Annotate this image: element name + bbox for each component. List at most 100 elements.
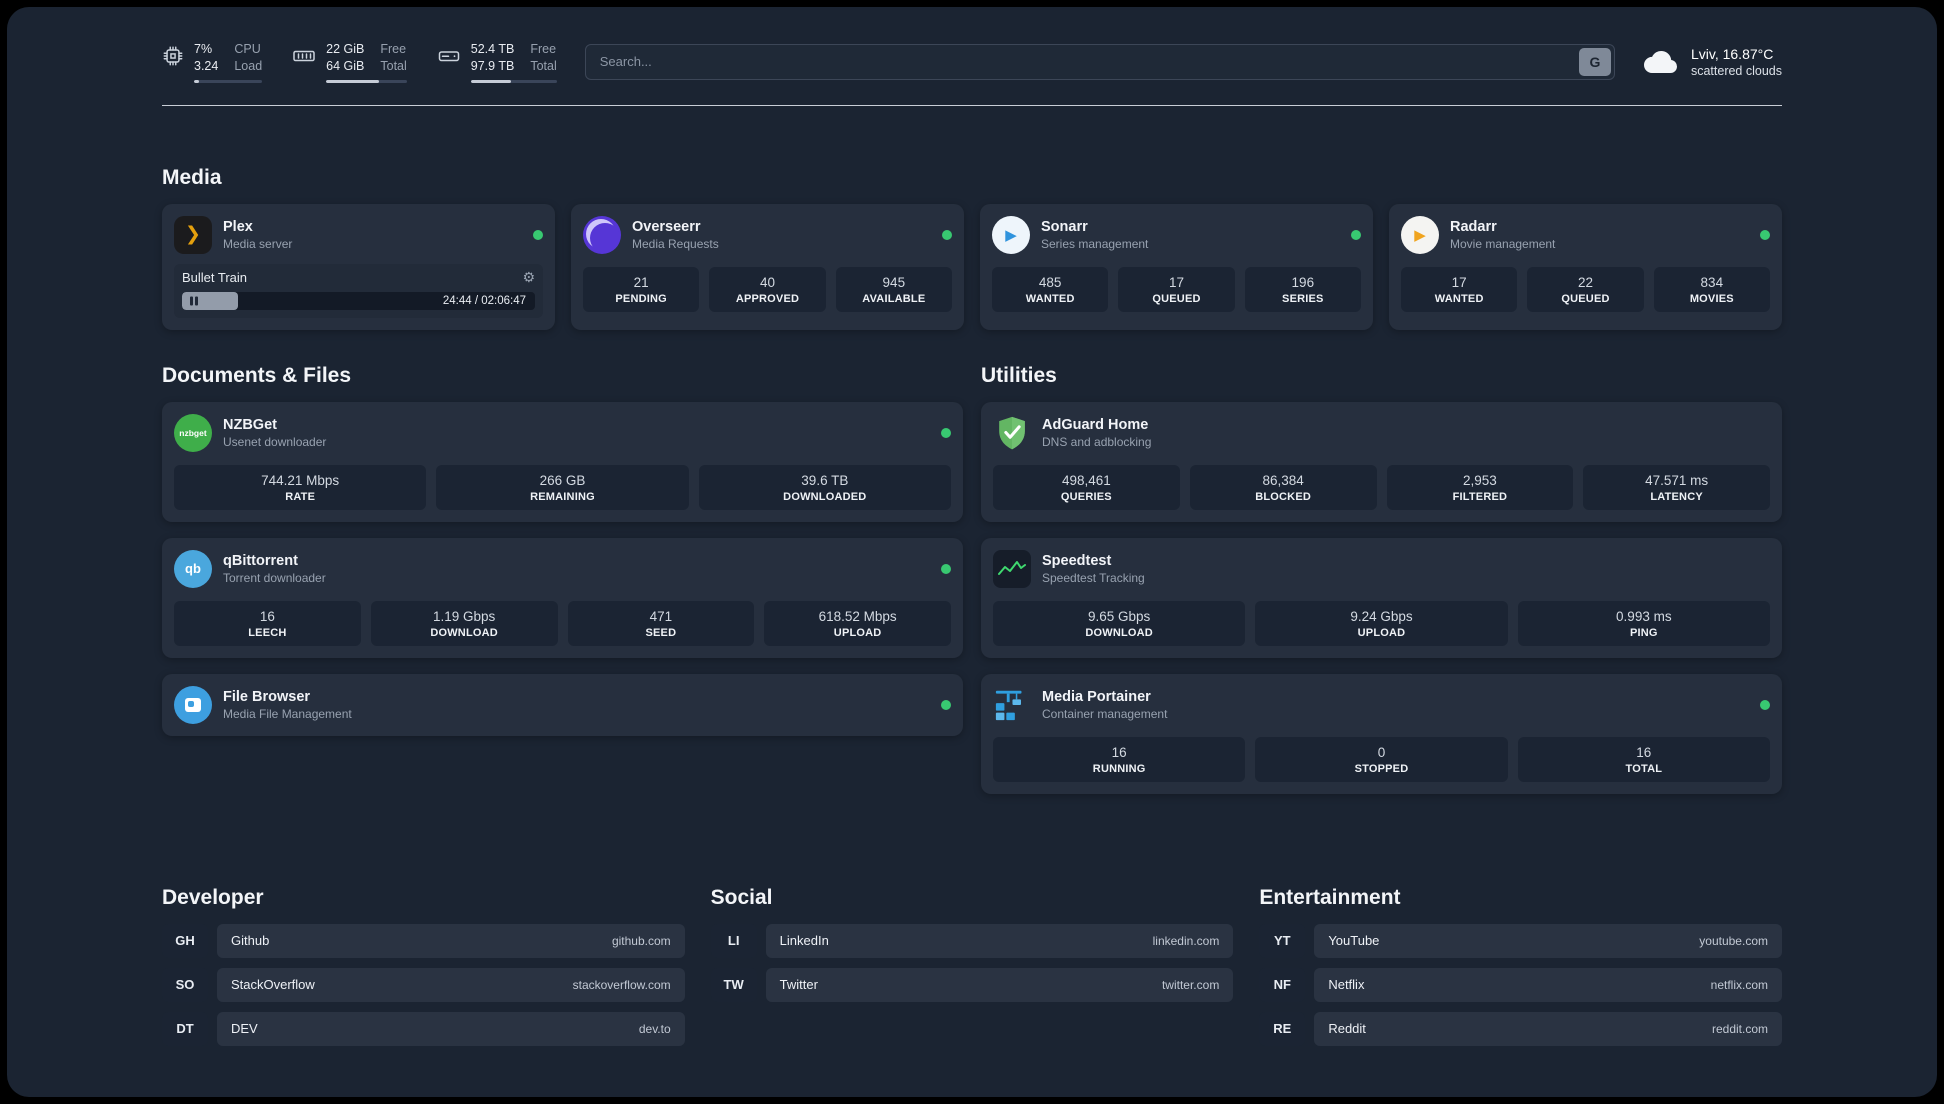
stat-tile: 9.65 Gbps DOWNLOAD	[993, 600, 1246, 646]
stat-label: STOPPED	[1354, 762, 1409, 775]
bookmark-abbr[interactable]: NF	[1259, 967, 1306, 1002]
stat-label: DOWNLOAD	[430, 626, 498, 639]
portainer-card[interactable]: Media Portainer Container management 16 …	[981, 673, 1782, 794]
bookmark-link[interactable]: DEV dev.to	[217, 1011, 685, 1046]
bookmark-abbr[interactable]: SO	[162, 967, 208, 1002]
portainer-icon	[993, 686, 1031, 724]
bookmark-abbr[interactable]: TW	[710, 967, 757, 1002]
service-title: Plex	[223, 218, 253, 235]
filebrowser-card[interactable]: File Browser Media File Management	[162, 673, 963, 736]
stat-tile: 498,461 QUERIES	[993, 464, 1180, 510]
overseerr-icon	[583, 215, 621, 254]
filebrowser-icon	[174, 685, 212, 724]
radarr-card[interactable]: ▶ Radarr Movie management 17 WANTED 22 Q…	[1389, 203, 1782, 330]
stat-label: UPLOAD	[1357, 626, 1406, 639]
bookmark-abbr[interactable]: YT	[1259, 923, 1306, 958]
bookmark-link[interactable]: LinkedIn linkedin.com	[765, 923, 1234, 958]
speedtest-card[interactable]: Speedtest Speedtest Tracking 9.65 Gbps D…	[981, 537, 1782, 658]
service-subtitle: DNS and adblocking	[1042, 434, 1152, 449]
bookmark-abbr[interactable]: DT	[162, 1011, 208, 1046]
search-engine-button[interactable]: G	[1578, 47, 1611, 76]
service-subtitle: Movie management	[1450, 236, 1556, 251]
bookmark-name: LinkedIn	[779, 933, 829, 948]
stat-value: 0	[1377, 744, 1386, 760]
status-dot	[941, 699, 951, 710]
system-monitors: 7% CPU 3.24 Load 22 GiB Free 64 GiB Tota…	[162, 41, 557, 83]
ram-monitor-widget: 22 GiB Free 64 GiB Total	[292, 41, 407, 83]
overseerr-card[interactable]: Overseerr Media Requests 21 PENDING 40 A…	[571, 203, 964, 330]
stat-tile: 0.993 ms PING	[1517, 600, 1770, 646]
status-dot	[942, 229, 952, 240]
service-title: Sonarr	[1041, 218, 1088, 235]
stat-value: 9.24 Gbps	[1350, 608, 1413, 624]
stat-label: PENDING	[615, 292, 667, 305]
sonarr-icon: ▶	[992, 215, 1030, 254]
stat-label: MOVIES	[1689, 292, 1734, 305]
disk-free-label: Free	[530, 42, 557, 56]
nzbget-card[interactable]: nzbget NZBGet Usenet downloader 744.21 M…	[162, 401, 963, 522]
bookmark-abbr[interactable]: GH	[162, 923, 208, 958]
stat-label: SEED	[645, 626, 677, 639]
stat-label: TOTAL	[1625, 762, 1663, 775]
stat-tile: 618.52 Mbps UPLOAD	[764, 600, 951, 646]
stat-value: 471	[649, 608, 673, 624]
developer-section: Developer GH Github github.com SO StackO…	[162, 886, 685, 1056]
cpu-monitor-widget: 7% CPU 3.24 Load	[162, 41, 263, 83]
stat-value: 945	[882, 274, 906, 290]
ram-progress-bar	[326, 79, 407, 83]
gear-icon[interactable]: ⚙	[522, 270, 535, 284]
playback-time: 24:44 / 02:06:47	[442, 294, 526, 307]
status-dot	[941, 427, 951, 438]
qbittorrent-card[interactable]: qb qBittorrent Torrent downloader 16 LEE…	[162, 537, 963, 658]
stat-label: LEECH	[248, 626, 287, 639]
weather-widget[interactable]: Lviv, 16.87°C scattered clouds	[1643, 46, 1782, 78]
bookmark-netflix: NF Netflix netflix.com	[1259, 967, 1782, 1002]
service-title: AdGuard Home	[1042, 416, 1149, 433]
utilities-section-title: Utilities	[981, 363, 1057, 387]
bookmark-abbr[interactable]: LI	[710, 923, 757, 958]
bookmark-name: StackOverflow	[231, 977, 315, 992]
stat-label: AVAILABLE	[862, 292, 926, 305]
status-dot	[533, 229, 543, 240]
stat-value: 1.19 Gbps	[432, 608, 496, 624]
stat-value: 834	[1700, 274, 1724, 290]
sonarr-card[interactable]: ▶ Sonarr Series management 485 WANTED 17…	[980, 203, 1373, 330]
disk-total-value: 97.9 TB	[470, 59, 515, 74]
adguard-icon	[993, 414, 1031, 452]
bookmark-url: twitter.com	[1161, 977, 1220, 992]
pause-icon[interactable]	[190, 296, 198, 305]
playback-progress-bar[interactable]: 24:44 / 02:06:47	[182, 291, 535, 310]
stat-label: PING	[1629, 626, 1658, 639]
bookmark-github: GH Github github.com	[162, 923, 685, 958]
middle-columns: Documents & Files nzbget NZBGet Usenet d…	[162, 364, 1782, 810]
bookmark-link[interactable]: Netflix netflix.com	[1314, 967, 1782, 1002]
bookmark-abbr[interactable]: RE	[1259, 1011, 1306, 1046]
ram-progress-fill	[326, 79, 380, 83]
bookmark-link[interactable]: Github github.com	[217, 923, 685, 958]
search-bar: G	[584, 43, 1615, 80]
bookmark-url: netflix.com	[1710, 977, 1768, 992]
bookmark-link[interactable]: Twitter twitter.com	[765, 967, 1234, 1002]
bookmark-dev: DT DEV dev.to	[162, 1011, 685, 1046]
stat-tile: 2,953 FILTERED	[1386, 464, 1574, 510]
disk-free-value: 52.4 TB	[470, 42, 515, 56]
stat-value: 22	[1577, 274, 1593, 290]
cpu-load-label: Load	[234, 59, 263, 74]
stat-value: 266 GB	[539, 472, 586, 488]
adguard-card[interactable]: AdGuard Home DNS and adblocking 498,461 …	[981, 401, 1782, 522]
bookmark-link[interactable]: YouTube youtube.com	[1314, 923, 1782, 958]
bookmark-link[interactable]: StackOverflow stackoverflow.com	[217, 967, 685, 1002]
social-section: Social LI LinkedIn linkedin.com TW Twitt…	[710, 886, 1234, 1056]
plex-card[interactable]: ❯ Plex Media server Bullet Train ⚙ 24:44…	[162, 203, 555, 330]
speedtest-icon	[993, 549, 1031, 588]
bookmark-link[interactable]: Reddit reddit.com	[1314, 1011, 1782, 1046]
disk-progress-fill	[470, 79, 512, 83]
stat-value: 618.52 Mbps	[818, 608, 897, 624]
search-input[interactable]	[584, 43, 1615, 80]
service-title: Speedtest	[1042, 552, 1112, 569]
stat-value: 744.21 Mbps	[261, 472, 340, 488]
bookmark-name: Netflix	[1328, 977, 1365, 992]
cloud-icon	[1643, 49, 1679, 75]
stat-tile: 39.6 TB DOWNLOADED	[698, 464, 951, 510]
bookmark-name: Reddit	[1328, 1021, 1366, 1036]
